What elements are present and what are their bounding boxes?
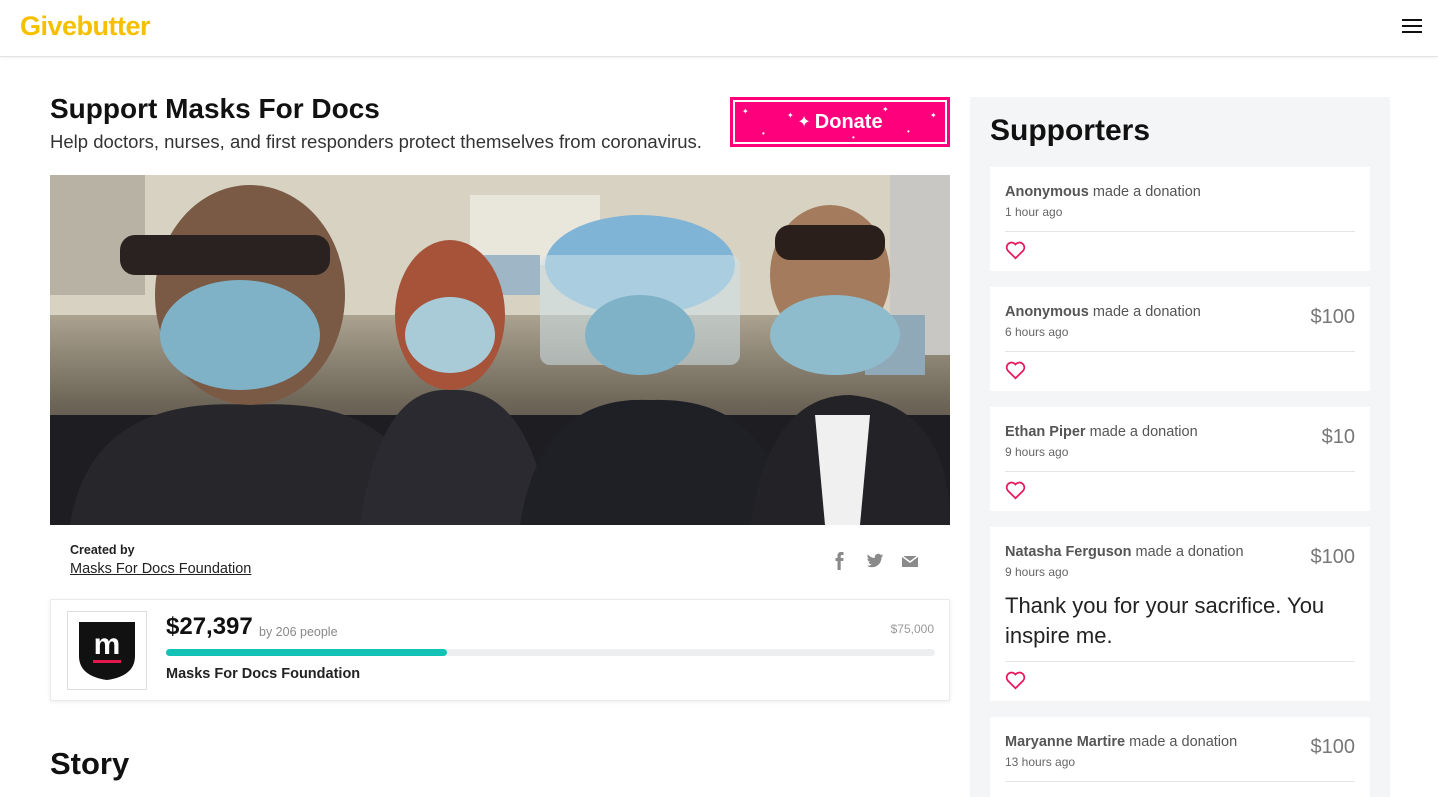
supporter-name: Maryanne Martire xyxy=(1005,734,1126,750)
heart-icon[interactable] xyxy=(1005,241,1026,260)
story-heading: Story xyxy=(50,746,130,781)
supporter-card: Ethan Piper made a donation 9 hours ago … xyxy=(990,407,1370,511)
twitter-icon[interactable] xyxy=(866,552,884,570)
donate-button-label: Donate xyxy=(814,110,883,133)
campaign-subtitle: Help doctors, nurses, and first responde… xyxy=(50,131,702,152)
donation-time: 1 hour ago xyxy=(1005,205,1063,219)
facebook-icon[interactable] xyxy=(831,552,849,570)
organization-logo: m xyxy=(67,611,147,690)
top-navigation-bar: Givebutter xyxy=(0,0,1438,57)
heart-icon[interactable] xyxy=(1005,671,1026,690)
divider xyxy=(1005,231,1355,232)
hamburger-menu-icon[interactable] xyxy=(1402,19,1422,35)
donation-message: Thank you for your sacrifice. You inspir… xyxy=(1005,593,1325,648)
donation-verb: made a donation xyxy=(1135,544,1244,560)
supporter-name: Anonymous xyxy=(1005,304,1089,320)
email-icon[interactable] xyxy=(901,552,919,570)
donation-amount: $100 xyxy=(1310,736,1356,758)
progress-bar xyxy=(166,649,935,656)
supporter-name-line: Ethan Piper made a donation xyxy=(1005,424,1198,440)
organization-name: Masks For Docs Foundation xyxy=(166,666,361,682)
supporter-name: Ethan Piper xyxy=(1005,424,1086,440)
donation-verb: made a donation xyxy=(1092,184,1201,200)
heart-icon[interactable] xyxy=(1005,361,1026,380)
supporter-card: Natasha Ferguson made a donation 9 hours… xyxy=(990,527,1370,701)
supporter-card: Maryanne Martire made a donation 13 hour… xyxy=(990,717,1370,797)
supporters-panel: Supporters Anonymous made a donation 1 h… xyxy=(970,97,1390,797)
campaign-title: Support Masks For Docs xyxy=(50,93,380,124)
donation-time: 13 hours ago xyxy=(1005,755,1076,769)
supporter-name-line: Anonymous made a donation xyxy=(1005,184,1201,200)
supporter-name: Natasha Ferguson xyxy=(1005,544,1132,560)
supporter-name-line: Maryanne Martire made a donation xyxy=(1005,734,1237,750)
amount-raised: $27,397 xyxy=(166,613,253,640)
donation-verb: made a donation xyxy=(1129,734,1238,750)
heart-icon[interactable] xyxy=(1005,481,1026,500)
goal-amount: $75,000 xyxy=(890,622,934,636)
donor-count: by 206 people xyxy=(259,625,338,639)
svg-text:m: m xyxy=(94,628,121,661)
campaign-hero-image xyxy=(50,175,950,525)
divider xyxy=(1005,351,1355,352)
givebutter-logo[interactable]: Givebutter xyxy=(20,11,151,42)
donation-amount: $100 xyxy=(1310,546,1356,568)
fundraiser-progress-card: m $27,397 by 206 people $75,000 Masks Fo… xyxy=(50,599,950,701)
creator-link[interactable]: Masks For Docs Foundation xyxy=(70,561,251,577)
donation-time: 6 hours ago xyxy=(1005,325,1069,339)
donation-time: 9 hours ago xyxy=(1005,445,1069,459)
supporter-card: Anonymous made a donation 6 hours ago $1… xyxy=(990,287,1370,391)
supporter-card: Anonymous made a donation 1 hour ago xyxy=(990,167,1370,271)
supporter-name: Anonymous xyxy=(1005,184,1089,200)
supporters-title: Supporters xyxy=(990,114,1151,147)
divider xyxy=(1005,781,1355,782)
donation-verb: made a donation xyxy=(1089,424,1198,440)
donation-amount: $10 xyxy=(1321,426,1355,448)
donation-amount: $100 xyxy=(1310,306,1356,328)
divider xyxy=(1005,661,1355,662)
supporter-name-line: Natasha Ferguson made a donation xyxy=(1005,544,1244,560)
supporter-name-line: Anonymous made a donation xyxy=(1005,304,1201,320)
divider xyxy=(1005,471,1355,472)
progress-bar-fill xyxy=(166,649,447,656)
donation-time: 9 hours ago xyxy=(1005,565,1069,579)
created-by-label: Created by xyxy=(70,543,135,557)
donate-button[interactable]: ✦ • ✦ ✦ • ✦ • ✦ Donate xyxy=(730,97,950,147)
sparkle-icon: ✦ xyxy=(797,114,811,131)
donation-verb: made a donation xyxy=(1092,304,1201,320)
